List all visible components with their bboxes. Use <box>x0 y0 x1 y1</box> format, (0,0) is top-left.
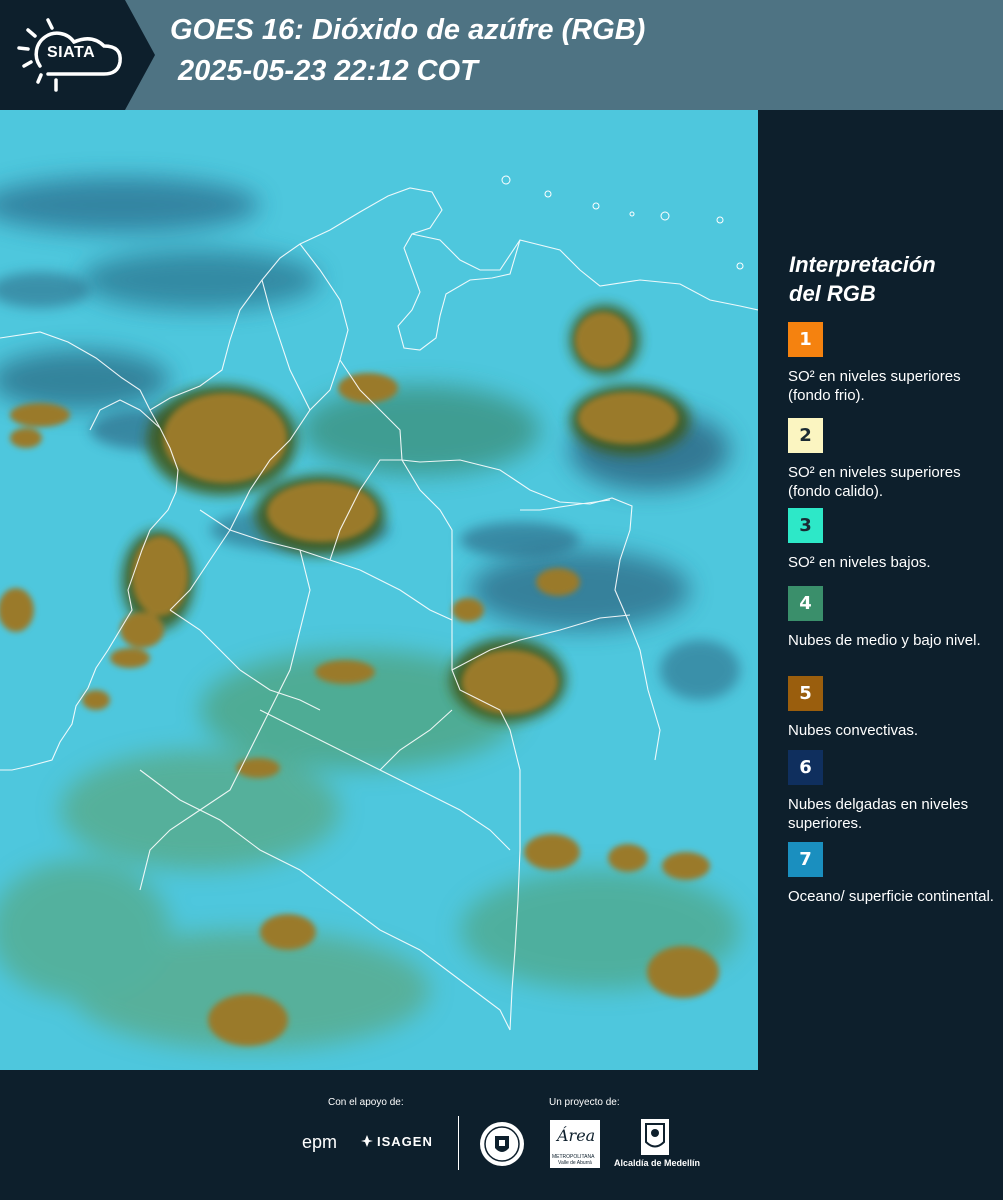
legend-item: 7 Oceano/ superficie continental. <box>788 842 998 906</box>
medellin-seal-icon <box>480 1122 524 1166</box>
siata-logo-text: SIATA <box>47 44 96 61</box>
legend-item: 1 SO² en niveles superiores (fondo frio)… <box>788 322 998 405</box>
legend-item-label: Nubes delgadas en niveles superiores. <box>788 796 969 832</box>
epm-logo: epm <box>302 1132 338 1152</box>
alcaldia-logo-text: Alcaldía de Medellín <box>614 1158 701 1168</box>
legend-swatch: 1 <box>788 322 823 357</box>
legend-swatch: 2 <box>788 418 823 453</box>
area-metropolitana-logo-text: Área <box>557 1126 596 1145</box>
header: SIATA GOES 16: Dióxido de azúfre (RGB) 2… <box>0 0 1003 110</box>
legend-item: 5 Nubes convectivas. <box>788 676 998 740</box>
page-title: GOES 16: Dióxido de azúfre (RGB) <box>170 14 646 46</box>
isagen-logo <box>360 1134 374 1153</box>
legend-item-label: Oceano/ superficie continental. <box>788 888 994 905</box>
legend-title-line1: Interpretación <box>789 252 936 277</box>
legend-item: 6 Nubes delgadas en niveles superiores. <box>788 750 998 833</box>
isagen-logo-text: ISAGEN <box>377 1134 433 1149</box>
legend-panel: Interpretación del RGB 1 SO² en niveles … <box>760 110 1003 1070</box>
legend-swatch: 5 <box>788 676 823 711</box>
support-label: Con el apoyo de: <box>328 1097 404 1108</box>
alcaldia-shield-icon <box>641 1119 669 1155</box>
project-label: Un proyecto de: <box>549 1097 620 1108</box>
footer-separator <box>458 1116 459 1170</box>
legend-item-label: SO² en niveles superiores (fondo calido)… <box>788 464 961 500</box>
legend-swatch: 3 <box>788 508 823 543</box>
legend-item-label: Nubes de medio y bajo nivel. <box>788 632 981 649</box>
legend-item-label: SO² en niveles superiores (fondo frio). <box>788 368 961 404</box>
legend-item: 2 SO² en niveles superiores (fondo calid… <box>788 418 998 501</box>
legend-item: 3 SO² en niveles bajos. <box>788 508 998 572</box>
legend-swatch: 4 <box>788 586 823 621</box>
legend-item-label: Nubes convectivas. <box>788 722 919 739</box>
legend-title-line2: del RGB <box>789 281 876 306</box>
legend-swatch: 7 <box>788 842 823 877</box>
page-subtitle-datetime: 2025-05-23 22:12 COT <box>178 55 478 87</box>
area-metropolitana-sub2: Valle de Aburrá <box>558 1160 592 1166</box>
legend-item: 4 Nubes de medio y bajo nivel. <box>788 586 998 650</box>
isagen-icon <box>361 1135 373 1147</box>
satellite-map <box>0 110 758 1070</box>
legend-swatch: 6 <box>788 750 823 785</box>
footer: Con el apoyo de: Un proyecto de: epm ISA… <box>0 1070 1003 1200</box>
legend-title: Interpretación del RGB <box>789 250 936 308</box>
legend-item-label: SO² en niveles bajos. <box>788 554 931 571</box>
